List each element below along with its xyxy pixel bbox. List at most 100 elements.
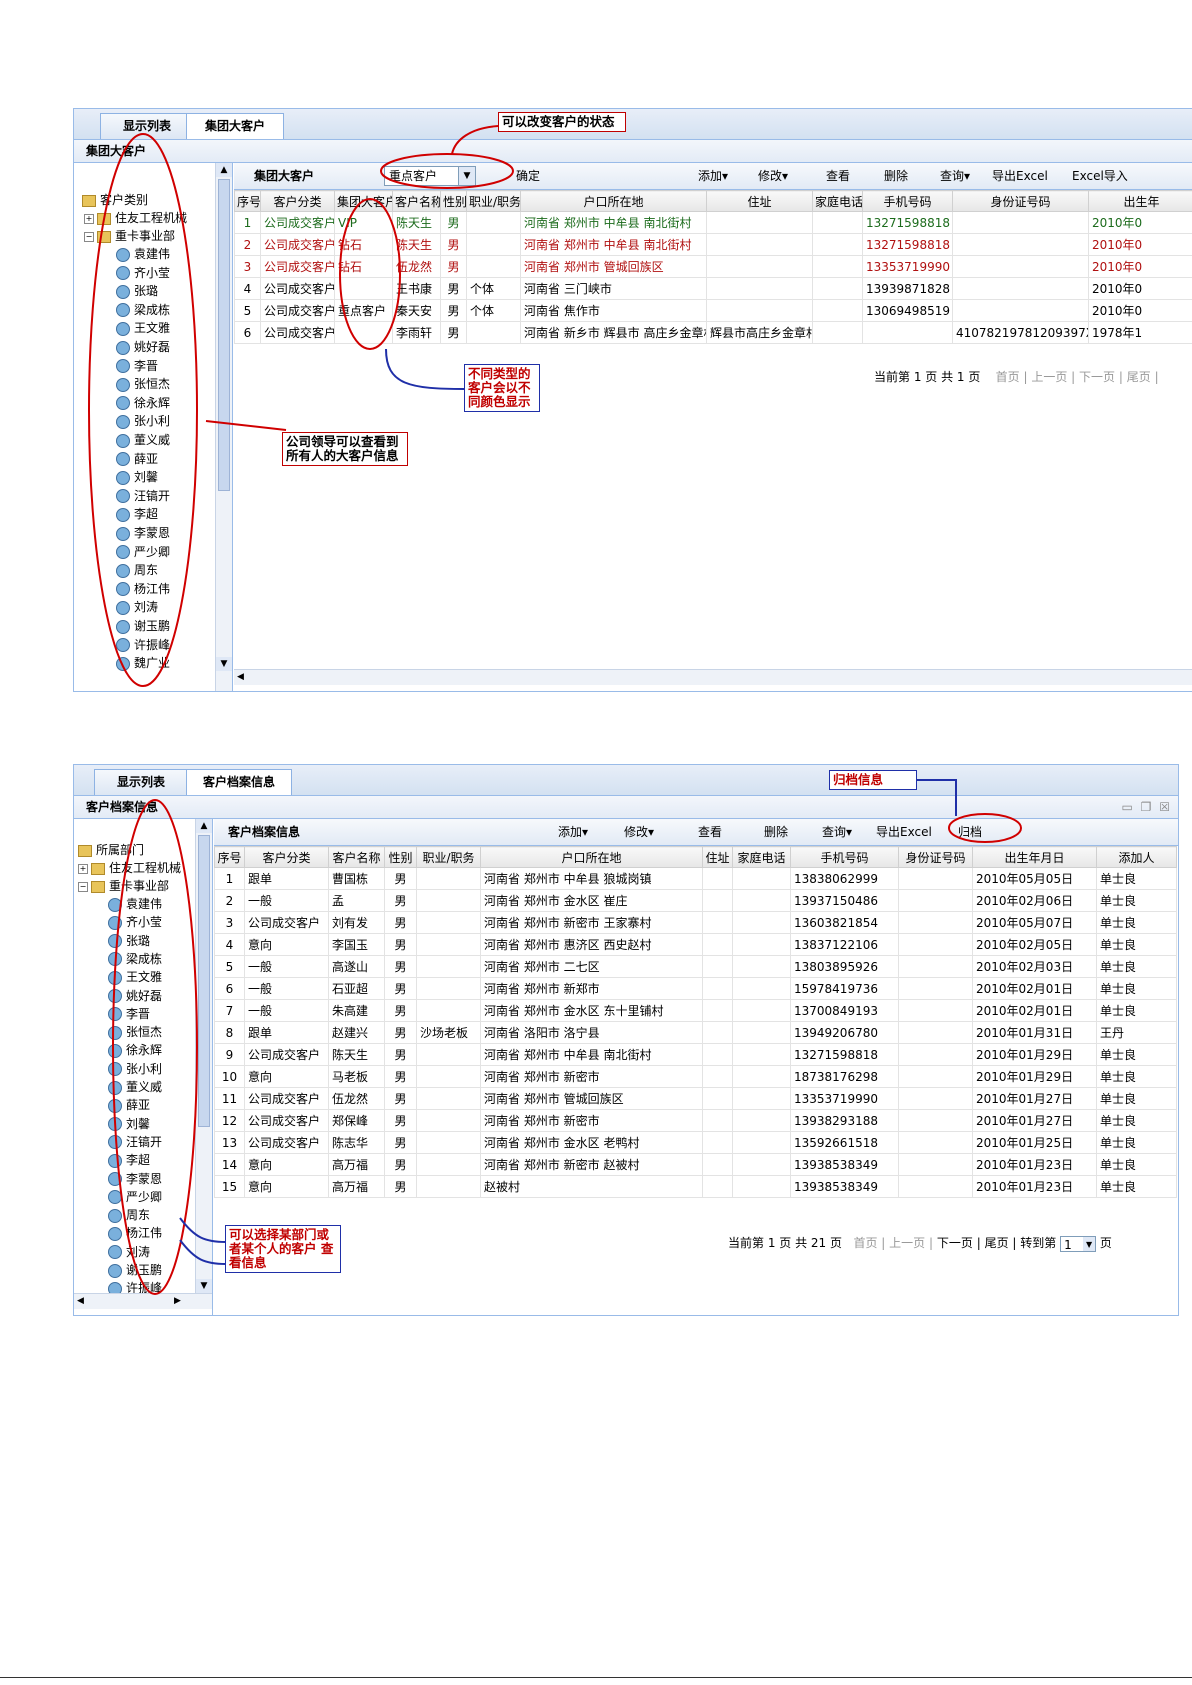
delete-button[interactable]: 删除 <box>884 163 908 189</box>
tree-person-node[interactable]: 薛亚 <box>108 1096 150 1114</box>
column-header[interactable]: 性别 <box>384 846 417 868</box>
table-row[interactable]: 14 意向 高万福男 河南省 郑州市 新密市 赵被村 13938538349 2010年0… <box>214 1153 1177 1176</box>
collapse-icon[interactable]: − <box>84 231 94 242</box>
collapse-icon[interactable]: − <box>78 881 88 892</box>
column-header[interactable]: 客户分类 <box>260 190 335 212</box>
tab-customer-archive[interactable]: 客户档案信息 <box>186 769 292 795</box>
column-header[interactable]: 职业/职务 <box>416 846 481 868</box>
tree-person-node[interactable]: 李超 <box>108 1151 150 1169</box>
tree-person-node[interactable]: 刘馨 <box>116 468 158 486</box>
column-header[interactable]: 手机号码 <box>790 846 899 868</box>
tree-person-node[interactable]: 袁建伟 <box>116 245 170 263</box>
scroll-up-icon[interactable]: ▲ <box>196 819 212 833</box>
view-button[interactable]: 查看 <box>826 163 850 189</box>
add-button[interactable]: 添加▾ <box>698 163 728 189</box>
table-row[interactable]: 1 公司成交客户 VIP 陈天生男 河南省 郑州市 中牟县 南北街村 1327159881… <box>234 211 1192 234</box>
table-row[interactable]: 11 公司成交客户 伍龙然男 河南省 郑州市 管城回族区 13353719990 2010… <box>214 1087 1177 1110</box>
tree-person-node[interactable]: 周东 <box>116 561 158 579</box>
tree-dept-truck[interactable]: − 重卡事业部 <box>84 227 175 245</box>
tree-person-node[interactable]: 张小利 <box>108 1060 162 1078</box>
scroll-left-icon[interactable]: ◀ <box>237 670 244 685</box>
tree-person-node[interactable]: 杨江伟 <box>108 1224 162 1242</box>
window-controls-icon[interactable]: ▭ ❐ ☒ <box>1122 796 1172 818</box>
scroll-left-icon[interactable]: ◀ <box>77 1294 84 1309</box>
tree-person-node[interactable]: 张璐 <box>116 282 158 300</box>
table-row[interactable]: 7 一般 朱高建男 河南省 郑州市 金水区 东十里铺村 13700849193 2010年… <box>214 999 1177 1022</box>
first-page-link[interactable]: 首页 <box>853 1236 877 1250</box>
scroll-thumb[interactable] <box>218 179 230 491</box>
tree-person-node[interactable]: 董义威 <box>108 1078 162 1096</box>
column-header[interactable]: 手机号码 <box>862 190 953 212</box>
tree-person-node[interactable]: 袁建伟 <box>108 895 162 913</box>
tree-person-node[interactable]: 严少卿 <box>116 543 170 561</box>
tree-person-node[interactable]: 李蒙恩 <box>116 524 170 542</box>
column-header[interactable]: 客户名称 <box>392 190 441 212</box>
view-button[interactable]: 查看 <box>698 819 722 845</box>
table-row[interactable]: 3 公司成交客户 刘有发男 河南省 郑州市 新密市 王家寨村 13603821854 20… <box>214 911 1177 934</box>
tree-person-node[interactable]: 姚好磊 <box>116 338 170 356</box>
column-header[interactable]: 户口所在地 <box>520 190 707 212</box>
column-header[interactable]: 家庭电话 <box>812 190 863 212</box>
column-header[interactable]: 添加人 <box>1096 846 1177 868</box>
prev-page-link[interactable]: 上一页 <box>1031 370 1067 384</box>
column-header[interactable]: 性别 <box>440 190 467 212</box>
table-row[interactable]: 9 公司成交客户 陈天生男 河南省 郑州市 中牟县 南北街村 13271598818 20… <box>214 1043 1177 1066</box>
tree-person-node[interactable]: 徐永辉 <box>116 394 170 412</box>
tree-person-node[interactable]: 张恒杰 <box>108 1023 162 1041</box>
column-header[interactable]: 身份证号码 <box>952 190 1089 212</box>
last-page-link[interactable]: 尾页 <box>985 1236 1009 1250</box>
tree-dept-truck[interactable]: − 重卡事业部 <box>78 877 169 895</box>
tree-person-node[interactable]: 张恒杰 <box>116 375 170 393</box>
tree-scrollbar[interactable]: ▲ ▼ <box>195 819 212 1293</box>
scroll-down-icon[interactable]: ▼ <box>216 657 232 671</box>
tree-person-node[interactable]: 董义威 <box>116 431 170 449</box>
tree-person-node[interactable]: 李超 <box>116 505 158 523</box>
delete-button[interactable]: 删除 <box>764 819 788 845</box>
tree-person-node[interactable]: 张璐 <box>108 932 150 950</box>
edit-button[interactable]: 修改▾ <box>624 819 654 845</box>
column-header[interactable]: 客户分类 <box>244 846 329 868</box>
table-row[interactable]: 4 公司成交客户 王书康男个体 河南省 三门峡市 13939871828 2010年0 <box>234 277 1192 300</box>
column-header[interactable]: 客户名称 <box>328 846 385 868</box>
tree-dept-sumitomo[interactable]: + 住友工程机械 <box>78 859 181 877</box>
tree-person-node[interactable]: 姚好磊 <box>108 987 162 1005</box>
confirm-button[interactable]: 确定 <box>516 163 540 189</box>
tree-person-node[interactable]: 王文雅 <box>108 968 162 986</box>
expand-icon[interactable]: + <box>84 213 94 224</box>
tree-dept-sumitomo[interactable]: + 住友工程机械 <box>84 209 187 227</box>
first-page-link[interactable]: 首页 <box>996 370 1020 384</box>
chevron-down-icon[interactable]: ▼ <box>1083 1236 1096 1251</box>
tree-person-node[interactable]: 张小利 <box>116 412 170 430</box>
table-row[interactable]: 4 意向 李国玉男 河南省 郑州市 惠济区 西史赵村 13837122106 2010年0… <box>214 933 1177 956</box>
page-select[interactable]: 1 ▼ <box>1060 1235 1097 1252</box>
export-excel-button[interactable]: 导出Excel <box>992 163 1048 189</box>
tree-person-node[interactable]: 许振峰 <box>116 636 170 654</box>
table-row[interactable]: 12 公司成交客户 郑保峰男 河南省 郑州市 新密市 13938293188 2010年0… <box>214 1109 1177 1132</box>
tree-hscrollbar[interactable]: ◀ ▶ <box>74 1293 212 1309</box>
column-header[interactable]: 出生年 <box>1088 190 1192 212</box>
table-row[interactable]: 5 公司成交客户 重点客户 秦天安男个体 河南省 焦作市 13069498519 2010年… <box>234 299 1192 322</box>
table-row[interactable]: 2 一般孟男 河南省 郑州市 金水区 崔庄 13937150486 2010年02月06… <box>214 889 1177 912</box>
table-row[interactable]: 15 意向 高万福男 赵被村 13938538349 2010年01月23日 单士良 <box>214 1175 1177 1198</box>
column-header[interactable]: 集团大客户 <box>334 190 393 212</box>
tree-person-node[interactable]: 齐小莹 <box>108 913 162 931</box>
query-button[interactable]: 查询▾ <box>822 819 852 845</box>
next-page-link[interactable]: 下一页 <box>1079 370 1115 384</box>
tree-root[interactable]: 客户类别 <box>82 191 148 209</box>
table-row[interactable]: 8 跟单 赵建兴男沙场老板 河南省 洛阳市 洛宁县 13949206780 2010年01… <box>214 1021 1177 1044</box>
tree-person-node[interactable]: 刘馨 <box>108 1115 150 1133</box>
table-row[interactable]: 1 跟单 曹国栋男 河南省 郑州市 中牟县 狼城岗镇 13838062999 2010年0… <box>214 867 1177 890</box>
import-excel-button[interactable]: Excel导入 <box>1072 163 1128 189</box>
tree-person-node[interactable]: 汪镐开 <box>108 1133 162 1151</box>
tree-person-node[interactable]: 王文雅 <box>116 319 170 337</box>
tab-group-customer[interactable]: 集团大客户 <box>186 113 284 139</box>
scroll-right-icon[interactable]: ▶ <box>174 1294 181 1309</box>
tree-person-node[interactable]: 李蒙恩 <box>108 1170 162 1188</box>
tree-person-node[interactable]: 刘涛 <box>108 1243 150 1261</box>
grid-hscrollbar[interactable]: ◀ <box>234 669 1192 685</box>
column-header[interactable]: 住址 <box>706 190 813 212</box>
query-button[interactable]: 查询▾ <box>940 163 970 189</box>
scroll-down-icon[interactable]: ▼ <box>196 1279 212 1293</box>
tree-person-node[interactable]: 梁成栋 <box>108 950 162 968</box>
tree-person-node[interactable]: 魏广业 <box>116 654 170 672</box>
